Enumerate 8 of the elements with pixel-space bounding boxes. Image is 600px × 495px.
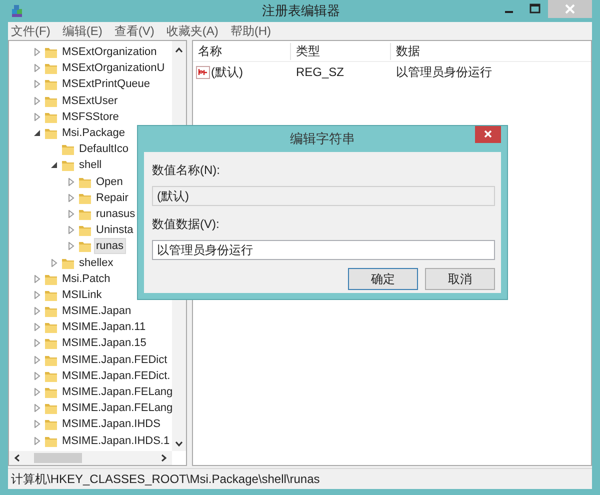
window-title: 注册表编辑器 [261,2,341,20]
status-bar: 计算机\HKEY_CLASSES_ROOT\Msi.Package\shell\runas [8,468,592,489]
value-type: REG_SZ [295,65,346,79]
value-name: (默认) [211,64,243,80]
field-label: 数值数据(V): [152,216,220,233]
field-label: 数值名称(N): [152,162,220,179]
dialog-title: 编辑字符串 [290,130,355,148]
value-data: 以管理员身份运行 [395,64,492,80]
